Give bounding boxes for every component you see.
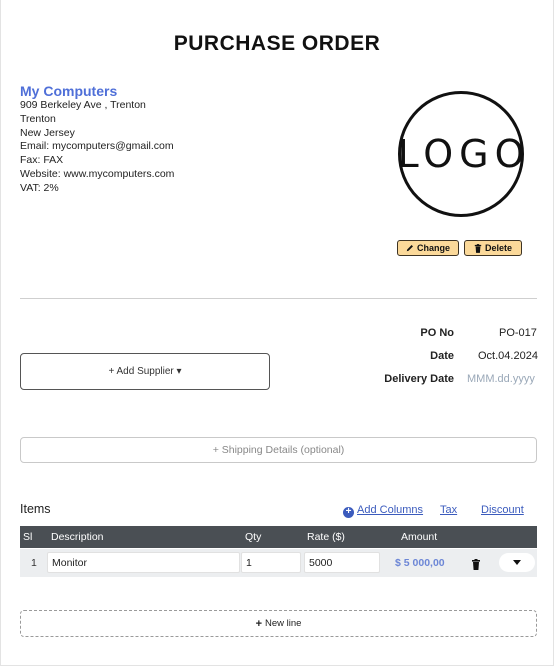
items-table-header: Sl Description Qty Rate ($) Amount (20, 526, 537, 548)
change-logo-label: Change (416, 243, 450, 253)
new-line-button[interactable]: + New line (20, 610, 537, 637)
tax-link[interactable]: Tax (440, 504, 457, 516)
company-city: Trenton (20, 112, 56, 125)
company-state: New Jersey (20, 126, 75, 139)
po-no-value[interactable]: PO-017 (499, 327, 537, 339)
plus-icon: + (255, 617, 262, 630)
delivery-date-label: Delivery Date (384, 373, 454, 385)
company-website: Website: www.mycomputers.com (20, 167, 175, 180)
company-name[interactable]: My Computers (20, 83, 174, 99)
add-supplier-button[interactable]: + Add Supplier ▾ (20, 353, 270, 390)
company-address: 909 Berkeley Ave , Trenton (20, 99, 146, 111)
page-title: PURCHASE ORDER (173, 32, 381, 55)
column-qty: Qty (245, 531, 262, 543)
delete-logo-label: Delete (484, 243, 512, 253)
header-divider (20, 298, 537, 299)
pencil-icon (406, 245, 413, 252)
column-rate: Rate ($) (307, 531, 345, 543)
trash-icon[interactable] (471, 557, 481, 575)
date-value[interactable]: Oct.04.2024 (478, 350, 538, 362)
logo-text: LOGO (397, 132, 531, 176)
plus-circle-icon: + (343, 506, 354, 518)
caret-down-icon (513, 560, 521, 565)
rate-input[interactable]: 5000 (304, 552, 380, 573)
po-no-label: PO No (420, 327, 454, 339)
column-sl: Sl (23, 531, 33, 543)
company-logo: LOGO (397, 91, 525, 217)
column-description: Description (51, 531, 104, 543)
delivery-date-input[interactable]: MMM.dd.yyyy (467, 373, 535, 385)
qty-input[interactable]: 1 (241, 552, 301, 573)
company-info: My Computers 909 Berkeley Ave , Trenton … (20, 83, 174, 196)
row-sl: 1 (31, 557, 37, 569)
company-email: Email: mycomputers@gmail.com (20, 140, 174, 153)
change-logo-button[interactable]: Change (397, 240, 459, 256)
company-vat: VAT: 2% (20, 181, 59, 194)
new-line-label: New line (265, 618, 302, 629)
description-input[interactable]: Monitor (47, 552, 240, 573)
row-options-dropdown[interactable] (499, 553, 535, 572)
discount-link[interactable]: Discount (481, 504, 524, 516)
row-amount: $ 5 000,00 (395, 557, 445, 569)
delete-logo-button[interactable]: Delete (464, 240, 522, 256)
column-amount: Amount (401, 531, 438, 543)
date-label: Date (430, 350, 454, 362)
items-heading: Items (20, 502, 51, 516)
add-columns-label: Add Columns (357, 504, 424, 516)
trash-icon (474, 243, 482, 253)
table-row: 1 Monitor 1 5000 $ 5 000,00 (20, 549, 537, 577)
company-fax: Fax: FAX (20, 154, 64, 167)
add-columns-link[interactable]: + Add Columns (343, 504, 423, 518)
shipping-details-button[interactable]: + Shipping Details (optional) (20, 437, 537, 463)
